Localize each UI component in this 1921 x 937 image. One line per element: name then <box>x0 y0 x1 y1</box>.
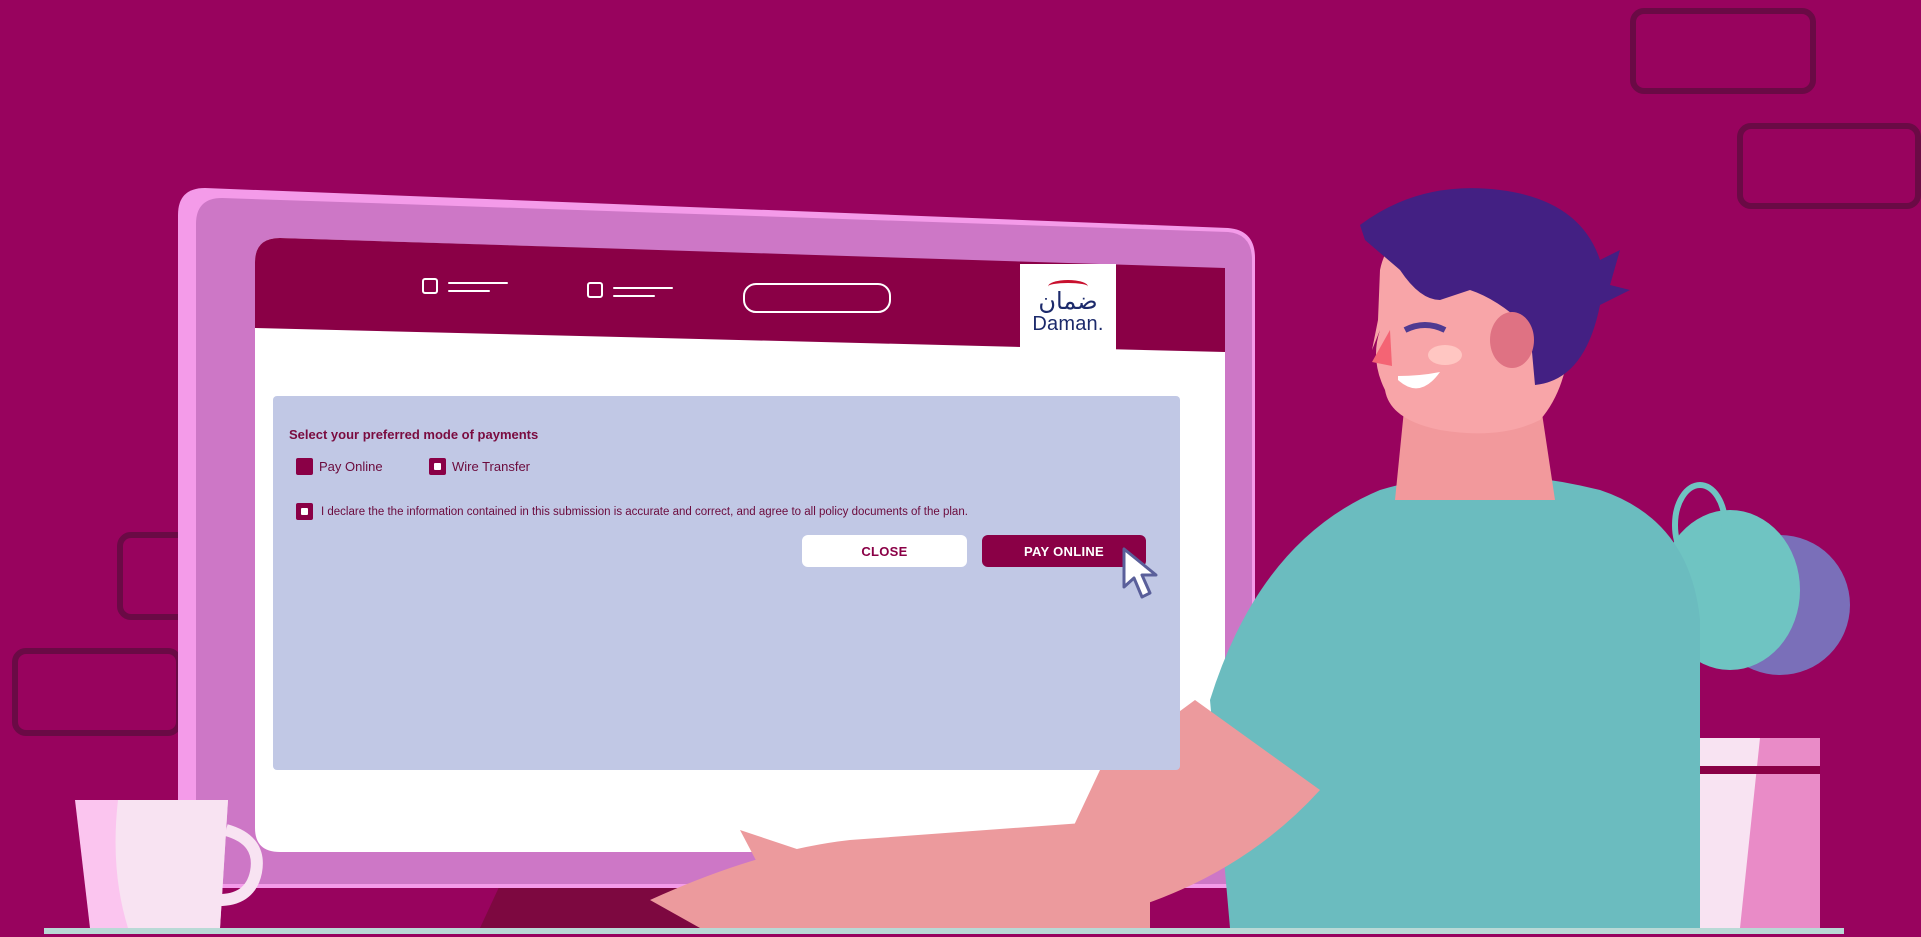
wire-transfer-checkbox[interactable] <box>429 458 446 475</box>
payment-title: Select your preferred mode of payments <box>289 427 539 442</box>
mouse-pointer-icon <box>1122 547 1158 599</box>
nav-line <box>448 290 490 292</box>
pay-online-checkbox[interactable] <box>296 458 313 475</box>
declaration-checkbox[interactable] <box>296 503 313 520</box>
person-shirt <box>1210 475 1700 928</box>
logo-english: Daman. <box>1032 312 1104 335</box>
option-pay-online[interactable]: Pay Online <box>296 458 383 475</box>
pay-online-label: Pay Online <box>319 459 383 474</box>
desk-edge <box>44 928 1844 934</box>
payment-panel <box>273 396 1180 770</box>
nav-line <box>448 282 508 284</box>
option-wire-transfer[interactable]: Wire Transfer <box>429 458 530 475</box>
nav-line <box>613 295 655 297</box>
declaration-text: I declare the the information contained … <box>321 505 968 518</box>
daman-logo: ضمان Daman. <box>1020 264 1116 350</box>
declaration-row[interactable]: I declare the the information contained … <box>296 503 968 520</box>
nav-search-pill[interactable] <box>743 283 891 313</box>
nav-line <box>613 287 673 289</box>
nav-checkbox-icon[interactable] <box>422 278 438 294</box>
nav-checkbox-icon[interactable] <box>587 282 603 298</box>
wire-transfer-label: Wire Transfer <box>452 459 531 474</box>
logo-arabic: ضمان <box>1038 286 1098 315</box>
close-button[interactable]: CLOSE <box>802 535 967 567</box>
